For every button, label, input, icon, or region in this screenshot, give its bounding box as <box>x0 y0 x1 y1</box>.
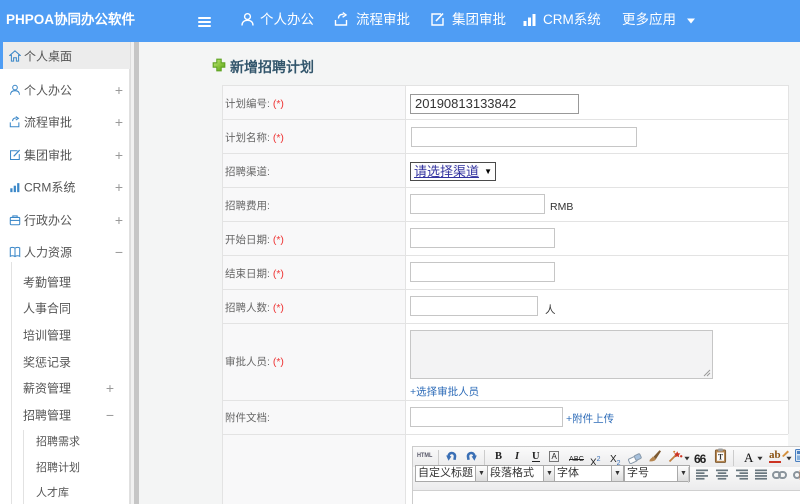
svg-text:T: T <box>718 452 724 461</box>
